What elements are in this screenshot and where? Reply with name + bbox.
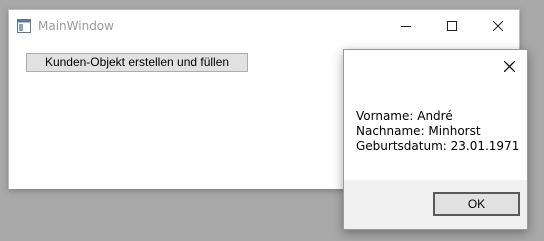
minimize-icon	[401, 16, 411, 35]
minimize-button[interactable]	[383, 10, 429, 41]
message-text: Vorname: André Nachname: Minhorst Geburt…	[356, 109, 519, 154]
last-name-line: Nachname: Minhorst	[356, 124, 481, 138]
message-box: Vorname: André Nachname: Minhorst Geburt…	[343, 49, 528, 230]
close-icon	[503, 57, 515, 76]
message-box-close-button[interactable]	[494, 53, 524, 79]
title-bar[interactable]: MainWindow	[9, 10, 519, 41]
maximize-icon	[447, 16, 457, 35]
create-customer-button[interactable]: Kunden-Objekt erstellen und füllen	[26, 53, 248, 72]
birth-date-line: Geburtsdatum: 23.01.1971	[356, 139, 520, 153]
maximize-button[interactable]	[429, 10, 475, 41]
window-title: MainWindow	[38, 19, 114, 33]
close-button[interactable]	[475, 10, 521, 41]
app-window-icon	[17, 18, 31, 33]
message-box-footer: OK	[344, 180, 527, 229]
close-icon	[492, 16, 504, 35]
first-name-line: Vorname: André	[356, 109, 453, 123]
ok-button[interactable]: OK	[433, 192, 520, 216]
